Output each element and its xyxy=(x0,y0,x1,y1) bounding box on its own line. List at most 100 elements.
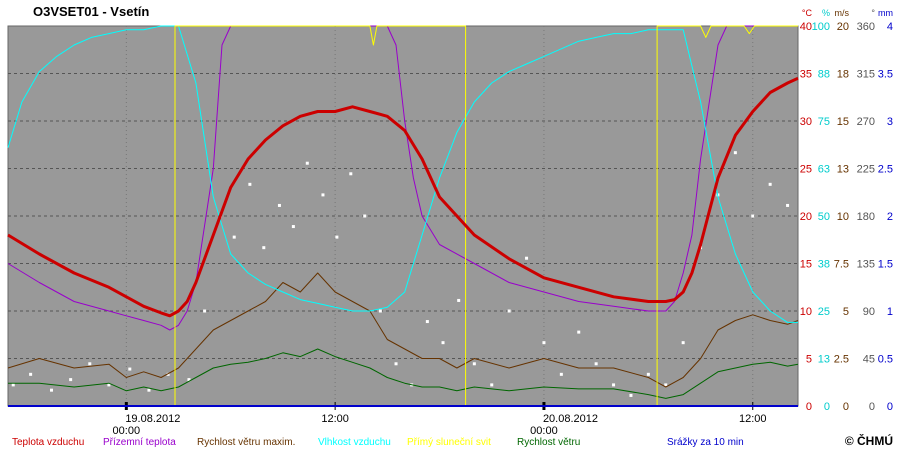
chart-title: O3VSET01 - Vsetín xyxy=(33,4,149,19)
wind-direction-point xyxy=(203,309,207,313)
y-tick-label: 0 xyxy=(824,401,830,413)
axis-unit-label: °C xyxy=(802,8,813,18)
y-tick-label: 0 xyxy=(887,401,893,413)
wind-direction-point xyxy=(305,161,309,165)
wind-direction-point xyxy=(525,256,529,260)
wind-direction-point xyxy=(378,309,382,313)
y-tick-label: 30 xyxy=(800,116,812,128)
wind-direction-point xyxy=(291,225,295,229)
wind-direction-point xyxy=(128,367,132,371)
y-tick-label: 3 xyxy=(887,116,893,128)
y-tick-label: 45 xyxy=(863,354,875,366)
y-tick-label: 4 xyxy=(887,21,893,33)
wind-direction-point xyxy=(262,246,266,250)
wind-direction-point xyxy=(629,393,633,397)
wind-direction-point xyxy=(612,383,616,387)
y-tick-label: 18 xyxy=(837,69,849,81)
legend-entry: Rychlost větru maxim. xyxy=(197,437,295,448)
y-tick-label: 20 xyxy=(800,211,812,223)
y-tick-label: 270 xyxy=(857,116,875,128)
y-tick-label: 50 xyxy=(818,211,830,223)
y-tick-label: 13 xyxy=(818,354,830,366)
y-tick-label: 15 xyxy=(837,116,849,128)
y-tick-label: 5 xyxy=(843,306,849,318)
y-tick-label: 0 xyxy=(869,401,875,413)
legend-entry: Vlhkost vzduchu xyxy=(318,437,391,448)
wind-direction-point xyxy=(50,388,54,392)
wind-direction-point xyxy=(768,182,772,186)
x-tick-date: 20.08.2012 xyxy=(543,413,598,425)
x-tick-time: 12:00 xyxy=(321,413,349,425)
y-tick-label: 225 xyxy=(857,164,875,176)
wind-direction-point xyxy=(559,372,563,376)
wind-direction-point xyxy=(441,341,445,345)
wind-direction-point xyxy=(751,214,755,218)
wind-direction-point xyxy=(733,151,737,155)
legend-entry: Přízemní teplota xyxy=(103,437,176,448)
legend-entry: Směr větru xyxy=(603,437,652,448)
y-tick-label: 315 xyxy=(857,69,875,81)
wind-direction-point xyxy=(425,320,429,324)
wind-direction-point xyxy=(147,388,151,392)
wind-direction-point xyxy=(248,182,252,186)
wind-direction-point xyxy=(394,362,398,366)
y-tick-label: 88 xyxy=(818,69,830,81)
axis-unit-label: ° xyxy=(871,8,875,18)
y-tick-label: 2 xyxy=(887,211,893,223)
y-tick-label: 10 xyxy=(800,306,812,318)
wind-direction-point xyxy=(232,235,236,239)
wind-direction-point xyxy=(577,330,581,334)
wind-direction-point xyxy=(88,362,92,366)
y-tick-label: 13 xyxy=(837,164,849,176)
x-tick-date: 19.08.2012 xyxy=(125,413,180,425)
wind-direction-point xyxy=(321,193,325,197)
axis-unit-label: m/s xyxy=(835,8,850,18)
wind-direction-point xyxy=(277,203,281,207)
y-tick-label: 0 xyxy=(806,401,812,413)
y-tick-label: 3.5 xyxy=(878,69,893,81)
axis-unit-label: mm xyxy=(878,8,893,18)
wind-direction-point xyxy=(594,362,598,366)
wind-direction-point xyxy=(507,309,511,313)
wind-direction-point xyxy=(363,214,367,218)
y-tick-label: 35 xyxy=(800,69,812,81)
legend-entry: Teplota vzduchu xyxy=(12,437,84,448)
y-tick-label: 38 xyxy=(818,259,830,271)
y-tick-label: 1 xyxy=(887,306,893,318)
y-tick-label: 2.5 xyxy=(834,354,849,366)
y-tick-label: 180 xyxy=(857,211,875,223)
wind-direction-point xyxy=(490,383,494,387)
wind-direction-point xyxy=(786,203,790,207)
x-tick-time: 12:00 xyxy=(739,413,767,425)
axis-unit-label: % xyxy=(822,8,830,18)
legend: Teplota vzduchu Přízemní teplota Vlhkost v… xyxy=(12,437,744,448)
y-tick-label: 5 xyxy=(806,354,812,366)
y-tick-label: 75 xyxy=(818,116,830,128)
y-tick-label: 7.5 xyxy=(834,259,849,271)
y-tick-label: 1.5 xyxy=(878,259,893,271)
chart: O3VSET01 - Vsetín °C4035302520151050%100… xyxy=(0,0,902,450)
y-tick-label: 63 xyxy=(818,164,830,176)
wind-direction-point xyxy=(472,362,476,366)
x-tick-time: 00:00 xyxy=(113,425,141,437)
wind-direction-point xyxy=(69,378,73,382)
x-tick-time: 00:00 xyxy=(530,425,558,437)
y-tick-label: 15 xyxy=(800,259,812,271)
wind-direction-point xyxy=(457,298,461,302)
wind-direction-point xyxy=(681,341,685,345)
y-tick-label: 0.5 xyxy=(878,354,893,366)
y-tick-label: 90 xyxy=(863,306,875,318)
y-tick-label: 2.5 xyxy=(878,164,893,176)
wind-direction-point xyxy=(335,235,339,239)
y-tick-label: 25 xyxy=(800,164,812,176)
y-tick-label: 40 xyxy=(800,21,812,33)
y-tick-label: 25 xyxy=(818,306,830,318)
y-tick-label: 100 xyxy=(812,21,830,33)
wind-direction-point xyxy=(646,372,650,376)
y-tick-label: 360 xyxy=(857,21,875,33)
legend-entry: Rychlost větru xyxy=(517,437,580,448)
legend-entry: Srážky za 10 min xyxy=(667,437,744,448)
y-tick-label: 10 xyxy=(837,211,849,223)
wind-direction-point xyxy=(349,172,353,176)
wind-direction-point xyxy=(542,341,546,345)
